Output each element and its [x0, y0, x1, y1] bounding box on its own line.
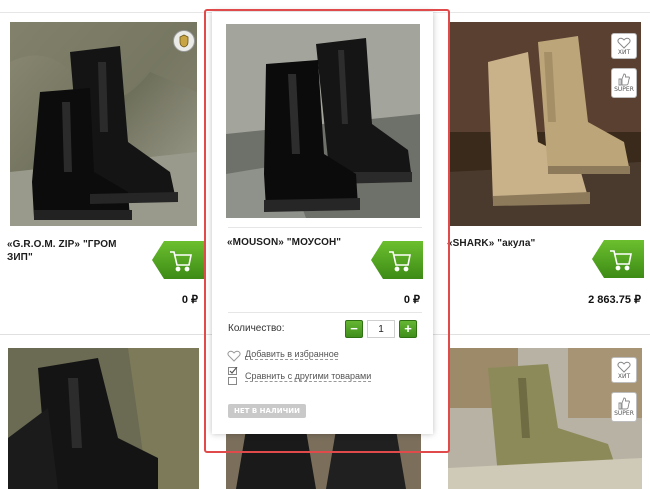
quantity-input[interactable]	[367, 320, 395, 338]
add-to-cart-button-grom[interactable]	[152, 241, 204, 279]
super-badge-row2: SUPER	[611, 392, 637, 422]
product-photo-row2-left[interactable]	[8, 348, 199, 489]
compare-checkbox-icon[interactable]	[228, 366, 238, 385]
out-of-stock-badge: НЕТ В НАЛИЧИИ	[228, 404, 306, 418]
add-to-cart-button-shark[interactable]	[592, 240, 644, 278]
add-to-wishlist-link[interactable]: Добавить в избранное	[245, 349, 339, 359]
product-price-mouson: 0 ₽	[403, 294, 420, 306]
compare-link[interactable]: Сравнить с другими товарами	[245, 371, 371, 381]
heart-icon[interactable]	[227, 349, 241, 362]
popup-divider-top	[228, 227, 422, 228]
heart-icon	[617, 361, 631, 373]
product-name-mouson[interactable]: «MOUSON» "МОУСОН"	[227, 236, 357, 249]
product-photo-grom[interactable]	[10, 22, 197, 226]
hit-label: ХИТ	[617, 48, 631, 56]
product-price-shark: 2 863.75 ₽	[588, 294, 641, 306]
product-photo-mouson[interactable]	[226, 24, 420, 218]
thumbs-up-icon	[618, 397, 630, 410]
super-badge: SUPER	[611, 68, 637, 98]
quantity-label: Количество:	[228, 323, 285, 334]
popup-divider-mid	[228, 312, 422, 313]
certificate-icon	[173, 30, 195, 52]
product-card-mouson-expanded[interactable]: «MOUSON» "МОУСОН" 0 ₽ Количество: − + До…	[212, 12, 433, 434]
super-label: SUPER	[614, 410, 634, 417]
thumbs-up-icon	[618, 73, 630, 86]
heart-icon	[617, 37, 631, 49]
product-photo-row2-middle[interactable]	[226, 430, 421, 489]
hit-label: ХИТ	[617, 372, 631, 380]
wishlist-badge[interactable]: ХИТ	[611, 33, 637, 59]
product-price-grom: 0 ₽	[181, 294, 198, 306]
add-to-cart-button-mouson[interactable]	[371, 241, 423, 279]
product-name-shark[interactable]: «SHARK» "акула"	[447, 237, 577, 250]
quantity-increase-button[interactable]: +	[399, 320, 417, 338]
product-name-grom[interactable]: «G.R.O.M. ZIP» "ГРОМ ЗИП"	[7, 238, 135, 264]
super-label: SUPER	[614, 86, 634, 93]
quantity-decrease-button[interactable]: −	[345, 320, 363, 338]
wishlist-badge-row2[interactable]: ХИТ	[611, 357, 637, 383]
